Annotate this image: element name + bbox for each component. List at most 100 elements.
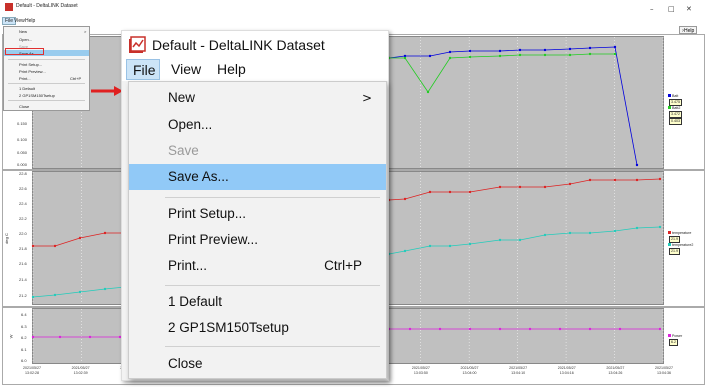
bg-menu-item-recent2[interactable]: 2 GP1SM150Tsetup [19, 93, 55, 98]
legend-value: 21.9 [668, 248, 693, 255]
temperature-line-point [658, 177, 662, 181]
menu-item-print[interactable]: Print... Ctrl+P [129, 253, 386, 279]
legend-bot: Power 6.2 [668, 334, 682, 346]
temperature-line-point [78, 236, 82, 240]
y-tick: 22.4 [19, 201, 27, 206]
bg-menu-item-open[interactable]: Open... [19, 37, 32, 42]
inset-menu-view[interactable]: View [171, 61, 201, 77]
y-tick: 6.4 [21, 312, 27, 317]
legend-value: 3.475 [668, 99, 682, 106]
zoomed-inset: Default - DeltaLINK Dataset File View He… [121, 30, 389, 381]
power-line-point [558, 327, 562, 331]
menu-item-new[interactable]: New > [129, 85, 386, 111]
batt-line-point [428, 54, 432, 58]
batt2-line-point [468, 55, 472, 59]
menu-separator [165, 197, 380, 198]
batt-line-point [498, 49, 502, 53]
temperature2-line-point [658, 225, 662, 229]
temperature-line-point [53, 244, 57, 248]
batt2-line-point [613, 52, 617, 56]
temperature-line-point [588, 178, 592, 182]
bg-menu-item-print-preview[interactable]: Print Preview... [19, 69, 46, 74]
legend-value: 0.403 [668, 118, 682, 125]
batt2-line-point [568, 53, 572, 57]
menu-item-save-label: Save [168, 143, 199, 158]
y-tick: 21.2 [19, 293, 27, 298]
menu-item-save-as[interactable]: Save As... [129, 164, 386, 190]
batt2-line [389, 53, 615, 93]
menu-item-open-label: Open... [168, 117, 213, 132]
y-tick: 21.6 [19, 261, 27, 266]
legend-value-box: 0.403 [669, 118, 682, 125]
temperature2-line [388, 226, 661, 255]
power-line-point [58, 335, 62, 339]
temperature-line-point [613, 178, 617, 182]
temperature2-line-point [403, 249, 407, 253]
menu-item-recent-1[interactable]: 1 Default [129, 289, 386, 315]
batt2-line-point [403, 56, 407, 60]
temperature-line-point [468, 190, 472, 194]
batt2-line-point [448, 56, 452, 60]
x-tick-date: 2021/05/27 [606, 366, 625, 370]
inset-menu-bar: File View Help [122, 58, 388, 81]
temperature-line-point [403, 197, 407, 201]
legend-value-box: 3.475 [669, 99, 682, 106]
legend-label: temperature [672, 231, 692, 235]
y-tick: 6.1 [21, 347, 27, 352]
inset-menu-help[interactable]: Help [217, 61, 246, 77]
x-tick-label: 2021/05/27 13:02:28 [17, 366, 47, 376]
inset-menu-file[interactable]: File [126, 59, 160, 80]
batt-line-point [568, 47, 572, 51]
menu-item-recent-2-label: 2 GP1SM150Tsetup [168, 320, 289, 335]
menu-separator [165, 346, 380, 347]
x-tick-label: 2021/05/27 13:03:50 [406, 366, 436, 376]
batt-line-point [518, 48, 522, 52]
bg-menu-item-print-setup[interactable]: Print Setup... [19, 62, 42, 67]
temperature-line-point [31, 244, 35, 248]
menu-item-close[interactable]: Close [129, 351, 386, 377]
menu-item-print-preview-label: Print Preview... [168, 232, 259, 247]
legend-value-box: 6.2 [669, 339, 678, 346]
temperature2-line-point [53, 293, 57, 297]
batt-line [388, 46, 638, 166]
menu-item-close-label: Close [168, 356, 203, 371]
temperature2-line-point [568, 231, 572, 235]
mid-axis-title: deg C [3, 233, 9, 244]
power-line-point [528, 327, 532, 331]
legend-label: Batt [672, 94, 679, 98]
bg-menu-separator [8, 59, 85, 60]
menu-item-save-as-label: Save As... [168, 169, 229, 184]
temperature-line [388, 178, 661, 201]
temperature2-line-point [543, 233, 547, 237]
menu-item-new-label: New [168, 90, 196, 105]
bg-menu-item-print[interactable]: Print... [19, 76, 31, 81]
batt2-line-point [543, 53, 547, 57]
batt2-line-point [588, 52, 592, 56]
menu-item-recent-2[interactable]: 2 GP1SM150Tsetup [129, 315, 386, 341]
temperature2-line-point [588, 231, 592, 235]
x-tick-date: 2021/05/27 [23, 366, 41, 370]
legend-value-box: 21.9 [669, 236, 680, 243]
menu-item-print-setup[interactable]: Print Setup... [129, 201, 386, 227]
y-tick: 0.000 [17, 162, 28, 167]
power-line-point [31, 335, 35, 339]
bg-new-arrow: > [84, 29, 87, 34]
red-arrow-icon [91, 86, 123, 96]
bg-menu-item-recent1[interactable]: 1 Default [19, 86, 35, 91]
temperature-line-point [103, 231, 107, 235]
menu-item-open[interactable]: Open... [129, 112, 386, 138]
temperature2-line-point [31, 295, 35, 299]
y-tick: 0.150 [17, 121, 28, 126]
y-tick: 6.3 [21, 324, 27, 329]
temperature2-line-point [78, 290, 82, 294]
menu-item-print-preview[interactable]: Print Preview... [129, 227, 386, 253]
y-tick: 0.100 [17, 137, 28, 142]
x-tick-time: 13:04:16 [559, 371, 574, 375]
power-line-point [438, 327, 442, 331]
legend-label: temperature2 [672, 243, 694, 247]
bg-menu-item-close[interactable]: Close [19, 104, 29, 109]
menu-separator [165, 285, 380, 286]
bg-menu-item-new[interactable]: New [19, 29, 27, 34]
x-tick-time: 13:04:00 [462, 371, 477, 375]
y-tick: 21.4 [19, 277, 27, 282]
